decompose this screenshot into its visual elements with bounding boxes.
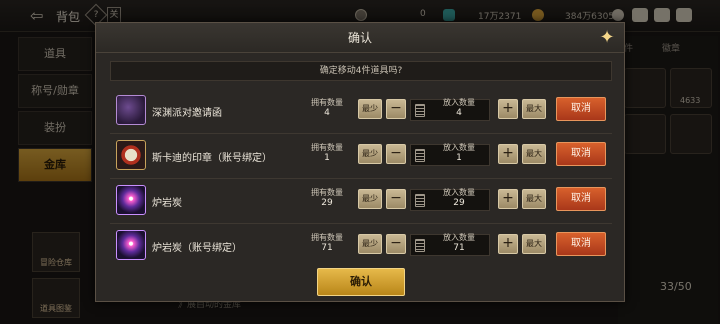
- minus-button[interactable]: −: [386, 234, 406, 254]
- min-button[interactable]: 最少: [358, 99, 382, 119]
- confirm-button[interactable]: 确认: [317, 268, 405, 296]
- crystal-orb-icon: [116, 185, 146, 215]
- owned-quantity: 拥有数量 71: [311, 233, 343, 253]
- cancel-button[interactable]: 取消: [556, 142, 606, 166]
- item-list: 深渊派对邀请函 拥有数量 4 最少 − 放入数量 4 + 最大 取消 斯卡迪的印…: [110, 89, 612, 269]
- calculator-icon[interactable]: [415, 194, 425, 207]
- cancel-button[interactable]: 取消: [556, 232, 606, 256]
- dialog-subheader: 确定移动4件道具吗?: [110, 61, 612, 81]
- max-button[interactable]: 最大: [522, 99, 546, 119]
- put-quantity: 放入数量 29: [443, 188, 475, 208]
- owned-quantity: 拥有数量 4: [311, 98, 343, 118]
- confirm-dialog: 确认 ✦ 确定移动4件道具吗? 深渊派对邀请函 拥有数量 4 最少 − 放入数量…: [95, 22, 625, 302]
- item-name: 炉岩炭: [152, 198, 182, 209]
- owned-quantity: 拥有数量 1: [311, 143, 343, 163]
- item-row: 炉岩炭 拥有数量 29 最少 − 放入数量 29 + 最大 取消: [110, 179, 612, 224]
- calculator-icon[interactable]: [415, 149, 425, 162]
- calculator-icon[interactable]: [415, 239, 425, 252]
- minus-button[interactable]: −: [386, 99, 406, 119]
- cancel-button[interactable]: 取消: [556, 97, 606, 121]
- close-icon[interactable]: ✦: [596, 27, 618, 49]
- max-button[interactable]: 最大: [522, 234, 546, 254]
- dialog-title: 确认: [96, 23, 624, 53]
- item-row: 斯卡迪的印章（账号绑定） 拥有数量 1 最少 − 放入数量 1 + 最大 取消: [110, 134, 612, 179]
- put-quantity: 放入数量 71: [443, 233, 475, 253]
- invitation-icon: [116, 95, 146, 125]
- plus-button[interactable]: +: [498, 99, 518, 119]
- item-row: 炉岩炭（账号绑定） 拥有数量 71 最少 − 放入数量 71 + 最大 取消: [110, 224, 612, 269]
- put-quantity: 放入数量 1: [443, 143, 475, 163]
- min-button[interactable]: 最少: [358, 234, 382, 254]
- calculator-icon[interactable]: [415, 104, 425, 117]
- owned-quantity: 拥有数量 29: [311, 188, 343, 208]
- min-button[interactable]: 最少: [358, 189, 382, 209]
- min-button[interactable]: 最少: [358, 144, 382, 164]
- minus-button[interactable]: −: [386, 144, 406, 164]
- item-row: 深渊派对邀请函 拥有数量 4 最少 − 放入数量 4 + 最大 取消: [110, 89, 612, 134]
- seal-icon: [116, 140, 146, 170]
- plus-button[interactable]: +: [498, 189, 518, 209]
- plus-button[interactable]: +: [498, 234, 518, 254]
- max-button[interactable]: 最大: [522, 189, 546, 209]
- item-name: 炉岩炭（账号绑定）: [152, 243, 242, 254]
- put-quantity: 放入数量 4: [443, 98, 475, 118]
- item-name: 斯卡迪的印章（账号绑定）: [152, 153, 272, 164]
- item-name: 深渊派对邀请函: [152, 108, 222, 119]
- plus-button[interactable]: +: [498, 144, 518, 164]
- cancel-button[interactable]: 取消: [556, 187, 606, 211]
- minus-button[interactable]: −: [386, 189, 406, 209]
- crystal-orb-icon: [116, 230, 146, 260]
- max-button[interactable]: 最大: [522, 144, 546, 164]
